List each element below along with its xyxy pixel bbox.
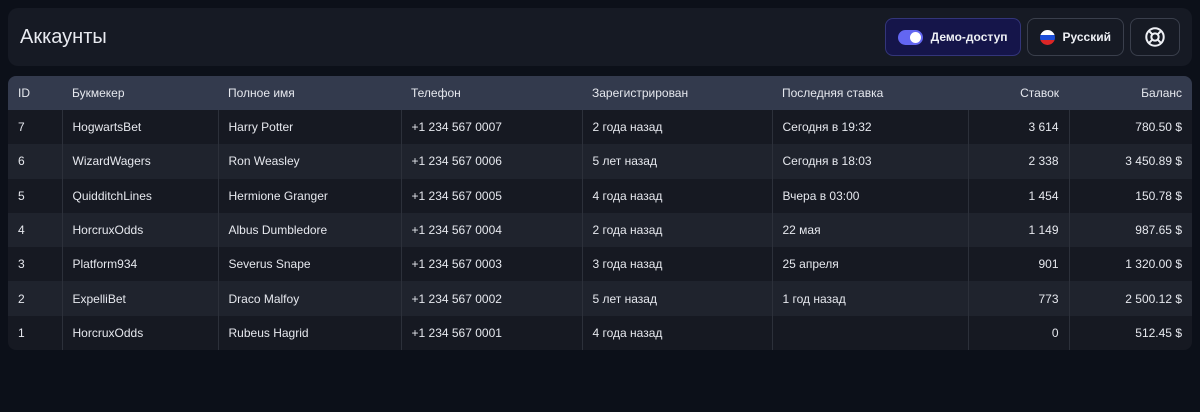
demo-access-toggle-button[interactable]: Демо-доступ [884,18,1021,56]
cell-full-name: Albus Dumbledore [217,212,401,248]
cell-phone: +1 234 567 0005 [400,178,582,213]
cell-id: 4 [8,212,62,248]
cell-bookmaker: Platform934 [61,247,218,282]
toggle-switch[interactable] [897,29,923,45]
language-label: Русский [1062,30,1112,44]
cell-bets-count: 3 614 [967,110,1069,145]
cell-bookmaker: WizardWagers [61,144,218,179]
accounts-table: ID Букмекер Полное имя Телефон Зарегистриров… [8,76,1192,351]
cell-id: 3 [8,247,62,282]
column-header-last-bet[interactable]: Последняя ставка [772,76,968,110]
cell-registered: 2 года назад [581,110,772,145]
table-row[interactable]: 6 WizardWagers Ron Weasley +1 234 567 0006 5… [8,144,1192,179]
column-header-balance[interactable]: Баланс [1069,76,1192,110]
cell-registered: 5 лет назад [581,144,772,179]
cell-phone: +1 234 567 0006 [400,144,582,179]
column-header-bets-count[interactable]: Ставок [968,76,1069,110]
cell-last-bet: 22 мая [771,212,968,248]
cell-full-name: Severus Snape [217,247,401,282]
table-row[interactable]: 3 Platform934 Severus Snape +1 234 567 0003… [8,247,1192,282]
cell-last-bet: Сегодня в 19:32 [771,110,968,145]
cell-balance: 2 500.12 $ [1068,281,1192,316]
table-row[interactable]: 2 ExpelliBet Draco Malfoy +1 234 567 0002 5 … [8,281,1192,316]
cell-full-name: Draco Malfoy [217,281,401,316]
cell-id: 1 [8,315,62,351]
cell-id: 7 [8,110,62,145]
table-row[interactable]: 1 HorcruxOdds Rubeus Hagrid +1 234 567 0001… [8,315,1192,351]
cell-last-bet: 1 год назад [771,281,968,316]
cell-balance: 780.50 $ [1068,110,1192,145]
cell-bets-count: 2 338 [967,144,1069,179]
column-header-phone[interactable]: Телефон [401,76,582,110]
cell-full-name: Harry Potter [217,110,401,145]
cell-registered: 5 лет назад [581,281,772,316]
cell-bookmaker: HogwartsBet [61,110,218,145]
cell-registered: 4 года назад [581,178,772,213]
lifebuoy-icon [1145,27,1165,47]
language-button[interactable]: Русский [1026,18,1124,56]
cell-registered: 2 года назад [581,212,772,248]
top-bar: Аккаунты Демо-доступ Русский [8,8,1192,66]
cell-bets-count: 1 454 [967,178,1069,213]
cell-bookmaker: QuidditchLines [61,178,218,213]
demo-access-label: Демо-доступ [930,30,1008,44]
cell-last-bet: Сегодня в 18:03 [771,144,968,179]
cell-balance: 150.78 $ [1068,178,1192,213]
table-row[interactable]: 7 HogwartsBet Harry Potter +1 234 567 0007 2… [8,110,1192,145]
cell-bets-count: 1 149 [967,212,1069,248]
column-header-id[interactable]: ID [8,76,62,110]
cell-registered: 3 года назад [581,247,772,282]
cell-id: 2 [8,281,62,316]
cell-bets-count: 0 [967,315,1069,351]
cell-phone: +1 234 567 0001 [400,315,582,351]
column-header-registered[interactable]: Зарегистрирован [582,76,772,110]
cell-bookmaker: ExpelliBet [61,281,218,316]
cell-balance: 1 320.00 $ [1068,247,1192,282]
cell-full-name: Rubeus Hagrid [217,315,401,351]
cell-bets-count: 901 [967,247,1069,282]
column-header-full-name[interactable]: Полное имя [218,76,401,110]
cell-full-name: Ron Weasley [217,144,401,179]
cell-last-bet [771,315,968,351]
cell-phone: +1 234 567 0004 [400,212,582,248]
cell-phone: +1 234 567 0002 [400,281,582,316]
cell-phone: +1 234 567 0007 [400,110,582,145]
russia-flag-icon [1039,29,1055,45]
cell-registered: 4 года назад [581,315,772,351]
cell-full-name: Hermione Granger [217,178,401,213]
column-header-bookmaker[interactable]: Букмекер [62,76,218,110]
page-title: Аккаунты [20,25,107,48]
cell-balance: 987.65 $ [1068,212,1192,248]
table-row[interactable]: 4 HorcruxOdds Albus Dumbledore +1 234 567 0… [8,212,1192,248]
cell-id: 6 [8,144,62,179]
cell-bookmaker: HorcruxOdds [61,315,218,351]
cell-last-bet: Вчера в 03:00 [771,178,968,213]
table-header-row: ID Букмекер Полное имя Телефон Зарегистриров… [8,76,1192,110]
cell-last-bet: 25 апреля [771,247,968,282]
cell-balance: 3 450.89 $ [1068,144,1192,179]
cell-balance: 512.45 $ [1068,315,1192,351]
cell-id: 5 [8,178,62,213]
cell-bookmaker: HorcruxOdds [61,212,218,248]
cell-bets-count: 773 [967,281,1069,316]
cell-phone: +1 234 567 0003 [400,247,582,282]
table-row[interactable]: 5 QuidditchLines Hermione Granger +1 234 56… [8,178,1192,213]
help-button[interactable] [1130,18,1180,56]
